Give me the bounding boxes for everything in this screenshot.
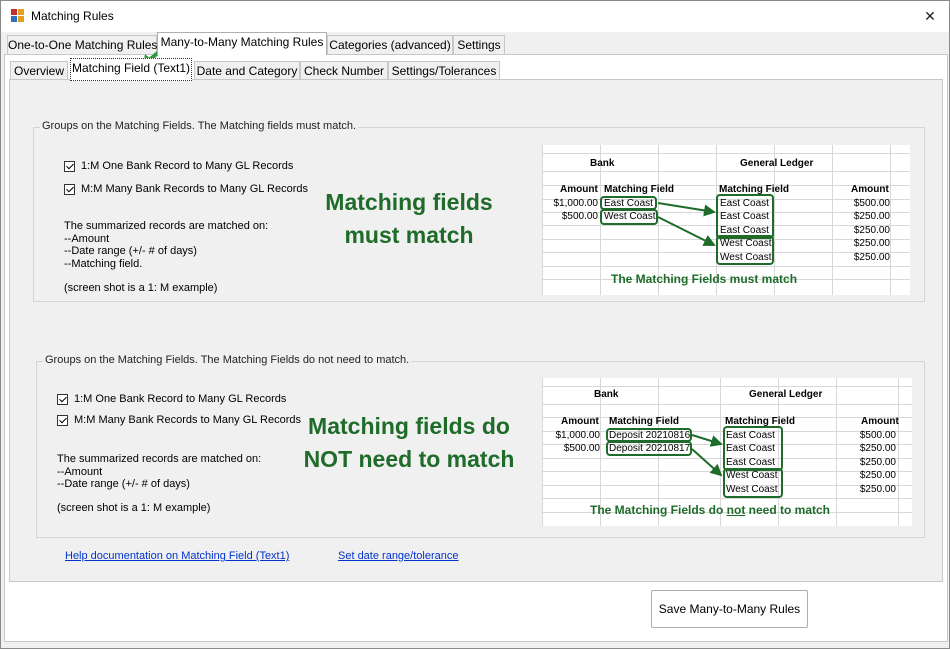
group2-checkbox-1m[interactable]: 1:M One Bank Record to Many GL Records bbox=[57, 393, 286, 405]
group1-checkbox-1m[interactable]: 1:M One Bank Record to Many GL Records bbox=[64, 160, 293, 172]
caption-text: need to match bbox=[745, 503, 831, 517]
note-line: --Amount bbox=[57, 465, 103, 478]
title-bar: Matching Rules ✕ bbox=[1, 1, 949, 32]
window-title: Matching Rules bbox=[31, 9, 114, 23]
group1-notes: The summarized records are matched on: -… bbox=[64, 220, 268, 270]
note-line: --Date range (+/- # of days) bbox=[57, 478, 190, 490]
help-link[interactable]: Help documentation on Matching Field (Te… bbox=[65, 550, 289, 562]
checkbox-checked[interactable] bbox=[64, 183, 75, 195]
tab-one-to-one[interactable]: One-to-One Matching Rules bbox=[7, 35, 157, 56]
group1-checkbox-mm[interactable]: M:M Many Bank Records to Many GL Records bbox=[64, 183, 308, 195]
save-many-to-many-button[interactable]: Save Many-to-Many Rules bbox=[651, 590, 808, 628]
group2-callout: Matching fields do NOT need to match bbox=[294, 410, 524, 476]
group1-legend: Groups on the Matching Fields. The Match… bbox=[40, 120, 359, 132]
app-icon bbox=[11, 9, 25, 23]
callout-line: NOT need to match bbox=[303, 446, 515, 472]
group2-checkbox-mm[interactable]: M:M Many Bank Records to Many GL Records bbox=[57, 414, 301, 426]
checkbox-checked[interactable] bbox=[57, 414, 68, 426]
group2-legend: Groups on the Matching Fields. The Match… bbox=[43, 354, 412, 366]
group1-example-note: (screen shot is a 1: M example) bbox=[64, 282, 218, 294]
checkbox-label: M:M Many Bank Records to Many GL Records bbox=[81, 183, 309, 195]
group2-example-note: (screen shot is a 1: M example) bbox=[57, 502, 211, 514]
group1-callout: Matching fields must match bbox=[304, 186, 514, 252]
tab-settings[interactable]: Settings bbox=[453, 35, 505, 56]
date-range-link[interactable]: Set date range/tolerance bbox=[338, 550, 458, 562]
sheet-caption: The Matching Fields do not need to match bbox=[590, 503, 830, 517]
many-to-many-panel: Overview Matching Field (Text1) Date and… bbox=[4, 54, 948, 642]
caption-text: The Matching Fields do bbox=[590, 503, 727, 517]
group2-sheet-screenshot: Bank General Ledger Amount Matching Fiel… bbox=[542, 378, 912, 526]
note-line: --Date range (+/- # of days) bbox=[64, 245, 197, 257]
matching-rules-window: Matching Rules ✕ One-to-One Matching Rul… bbox=[0, 0, 950, 649]
checkbox-label: M:M Many Bank Records to Many GL Records bbox=[74, 414, 302, 426]
callout-line: Matching fields bbox=[325, 189, 493, 215]
callout-line: Matching fields do bbox=[308, 413, 510, 439]
note-line: The summarized records are matched on: bbox=[57, 453, 262, 465]
tab-many-to-many[interactable]: Many-to-Many Matching Rules bbox=[157, 32, 327, 55]
close-button[interactable]: ✕ bbox=[915, 1, 945, 31]
group1-sheet-screenshot: Bank General Ledger Amount Matching Fiel… bbox=[542, 145, 910, 295]
callout-line: must match bbox=[344, 222, 474, 248]
matching-field-panel: Groups on the Matching Fields. The Match… bbox=[9, 79, 943, 582]
checkbox-checked[interactable] bbox=[64, 160, 75, 172]
group-not-need-match: Groups on the Matching Fields. The Match… bbox=[36, 354, 925, 538]
group2-notes: The summarized records are matched on: -… bbox=[57, 453, 261, 491]
note-line: The summarized records are matched on: bbox=[64, 220, 269, 232]
sheet-caption: The Matching Fields must match bbox=[611, 272, 798, 286]
checkbox-label: 1:M One Bank Record to Many GL Records bbox=[81, 160, 294, 172]
note-line: --Matching field. bbox=[64, 257, 143, 270]
tab-categories[interactable]: Categories (advanced) bbox=[327, 35, 453, 56]
checkbox-label: 1:M One Bank Record to Many GL Records bbox=[74, 393, 287, 405]
note-line: --Amount bbox=[64, 232, 110, 245]
caption-emphasis: not bbox=[726, 503, 746, 517]
group-must-match: Groups on the Matching Fields. The Match… bbox=[33, 120, 925, 302]
tab-matching-field[interactable]: Matching Field (Text1) bbox=[70, 58, 192, 81]
checkbox-checked[interactable] bbox=[57, 393, 68, 405]
